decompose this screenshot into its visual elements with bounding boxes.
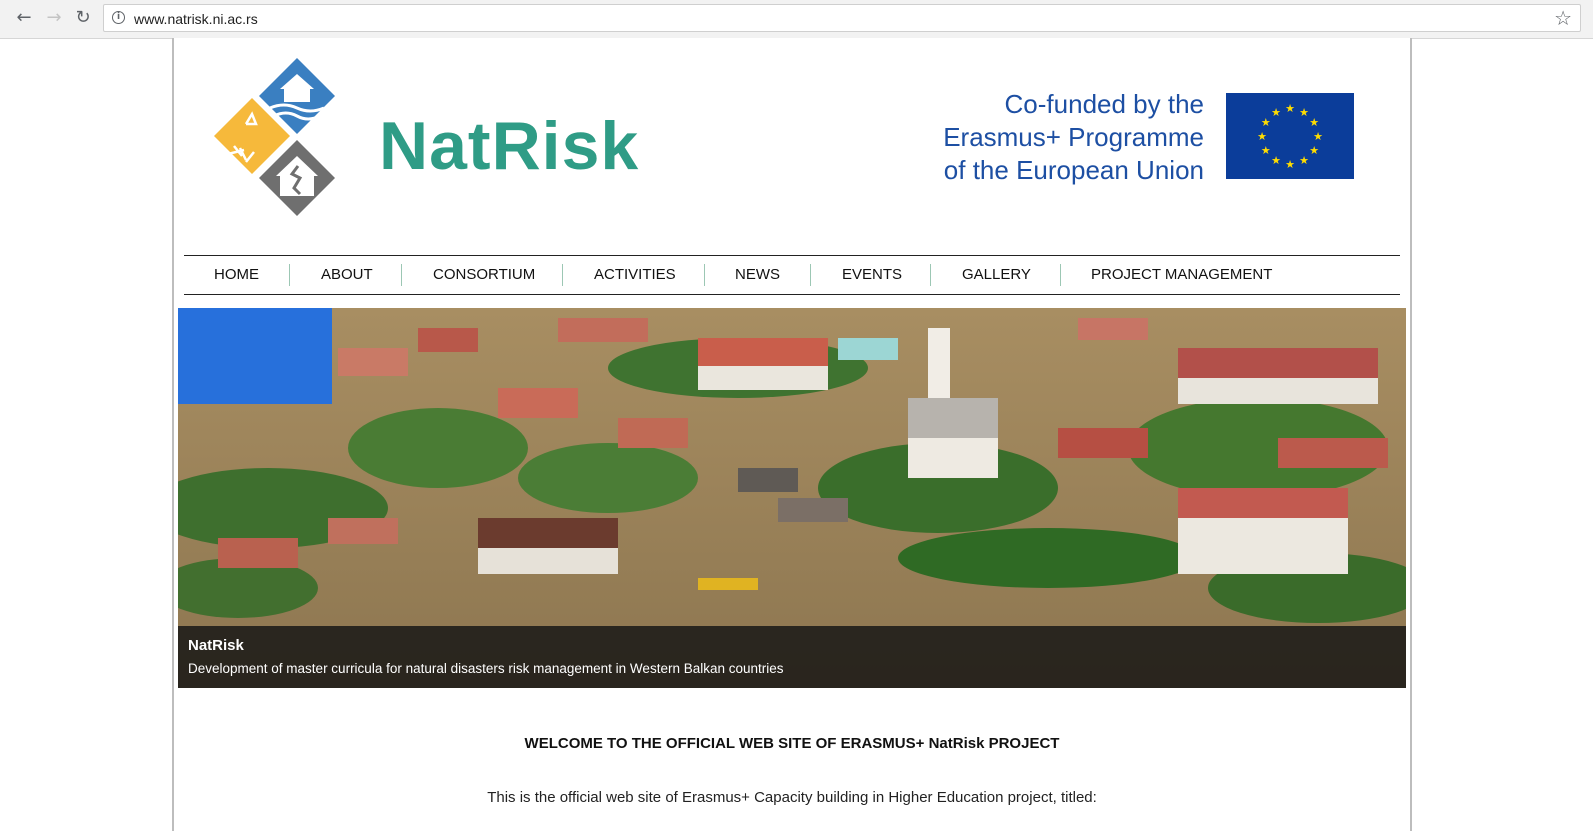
url-text[interactable]: www.natrisk.ni.ac.rs — [134, 11, 258, 27]
nav-item-consortium[interactable]: CONSORTIUM — [433, 266, 535, 284]
nav-separator — [810, 264, 811, 286]
nav-item-news[interactable]: NEWS — [735, 266, 780, 284]
eu-star-icon: ★ — [1309, 144, 1319, 157]
natrisk-logo-mark — [214, 58, 335, 216]
nav-separator — [1060, 264, 1061, 286]
eu-flag-icon: ★ ★ ★ ★ ★ ★ ★ ★ ★ ★ ★ ★ — [1226, 93, 1354, 179]
eu-star-icon: ★ — [1299, 154, 1309, 167]
browser-toolbar: ← → ↻ i www.natrisk.ni.ac.rs ☆ — [0, 0, 1593, 39]
nav-item-project-management[interactable]: PROJECT MANAGEMENT — [1091, 266, 1272, 284]
forward-button[interactable]: → — [42, 6, 66, 30]
nav-separator — [401, 264, 402, 286]
eu-star-icon: ★ — [1257, 130, 1267, 143]
eu-stars: ★ ★★★★★★★★★★★ — [1257, 102, 1323, 171]
eu-line: of the European Union — [943, 155, 1204, 185]
eu-star-icon: ★ — [1285, 102, 1295, 115]
nav-separator — [562, 264, 563, 286]
eu-star-icon: ★ — [1261, 144, 1271, 157]
nav-separator — [704, 264, 705, 286]
hero-caption: NatRisk Development of master curricula … — [178, 626, 1406, 688]
caption-text: Development of master curricula for natu… — [188, 661, 784, 676]
back-button[interactable]: ← — [12, 6, 36, 30]
bookmark-star-icon[interactable]: ☆ — [1554, 7, 1572, 29]
nav-item-about[interactable]: ABOUT — [321, 266, 373, 284]
arrow-left-icon: ← — [16, 7, 32, 28]
hero-slider[interactable]: NatRisk Development of master curricula … — [178, 308, 1406, 688]
eu-star-icon: ★ — [1261, 116, 1271, 129]
caption-title: NatRisk — [188, 637, 244, 654]
reload-icon: ↻ — [75, 7, 91, 28]
eu-star-icon: ★ — [1271, 106, 1281, 119]
eu-star-icon: ★ — [1285, 158, 1295, 171]
eu-star-icon: ★ — [1299, 106, 1309, 119]
eu-line: Erasmus+ Programme — [943, 122, 1204, 152]
eu-star-icon: ★ — [1313, 130, 1323, 143]
nav-item-gallery[interactable]: GALLERY — [962, 266, 1031, 284]
hero-blue-overlay — [178, 308, 332, 404]
arrow-right-icon: → — [46, 7, 62, 28]
eu-star-icon: ★ — [1271, 154, 1281, 167]
intro-text: This is the official web site of Erasmus… — [487, 789, 1097, 806]
nav-separator — [289, 264, 290, 286]
natrisk-logo[interactable]: NatRisk — [214, 56, 638, 221]
page-container: NatRisk Co-funded by the Erasmus+ Progra… — [172, 38, 1412, 831]
main-nav: HOME ABOUT CONSORTIUM ACTIVITIES NEWS EV… — [184, 255, 1400, 295]
eu-cofunded-text: Co-funded by the Erasmus+ Programme of t… — [894, 88, 1204, 187]
logo-text: NatRisk — [379, 108, 640, 184]
info-icon[interactable]: i — [112, 11, 125, 24]
eu-star-icon: ★ — [1309, 116, 1319, 129]
eu-line: Co-funded by the — [1004, 89, 1204, 119]
welcome-heading: WELCOME TO THE OFFICIAL WEB SITE OF ERAS… — [524, 735, 1060, 752]
nav-item-events[interactable]: EVENTS — [842, 266, 902, 284]
nav-separator — [930, 264, 931, 286]
nav-item-activities[interactable]: ACTIVITIES — [594, 266, 676, 284]
nav-item-home[interactable]: HOME — [214, 266, 259, 284]
reload-button[interactable]: ↻ — [71, 6, 95, 30]
address-bar[interactable]: i www.natrisk.ni.ac.rs ☆ — [103, 4, 1581, 32]
